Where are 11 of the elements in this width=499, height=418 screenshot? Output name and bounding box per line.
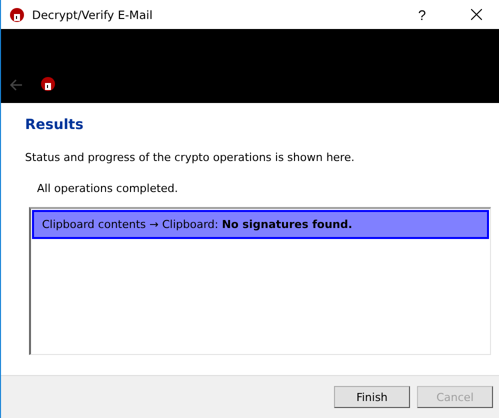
help-button[interactable]: ?	[399, 0, 445, 29]
page-description: Status and progress of the crypto operations is shown here.	[25, 151, 354, 164]
window-title: Decrypt/Verify E-Mail	[32, 8, 154, 22]
back-arrow-icon	[9, 79, 23, 91]
dialog-button[interactable]: Finish	[334, 386, 410, 408]
page-title: Results	[25, 117, 84, 133]
close-icon	[470, 9, 482, 20]
result-item[interactable]: Clipboard contents → Clipboard: No signatures found.	[32, 210, 489, 239]
app-logo-icon	[10, 8, 24, 22]
app-logo-icon	[41, 77, 55, 91]
status-text: All operations completed.	[37, 182, 178, 195]
